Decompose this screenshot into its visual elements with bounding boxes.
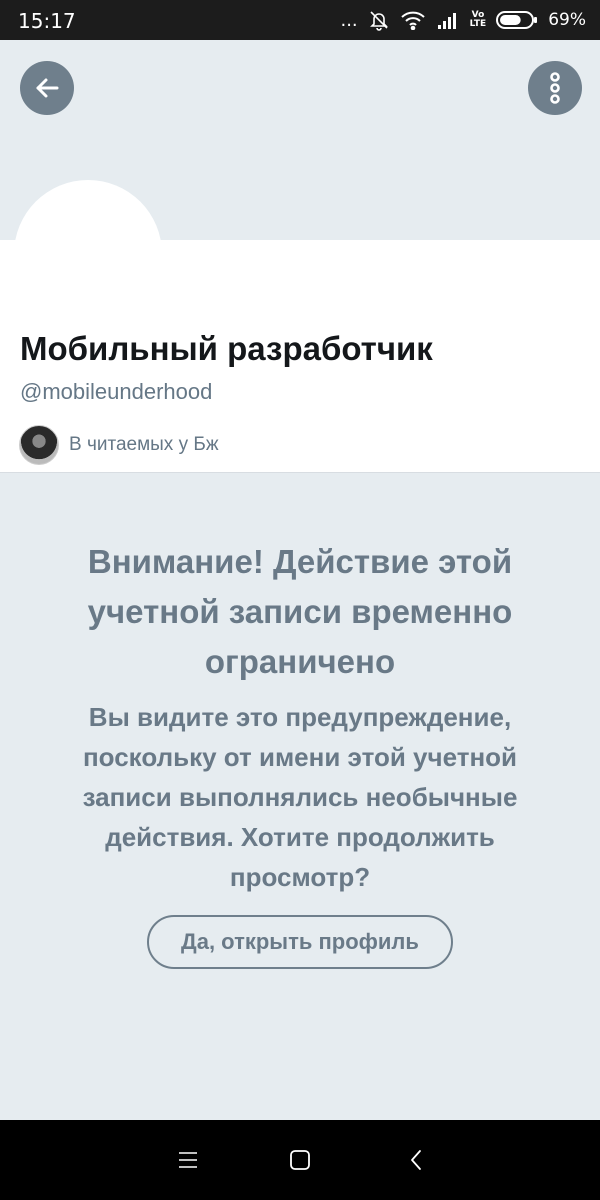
home-square-icon[interactable] [288,1148,312,1172]
warning-title: Внимание! Действие этой учетной записи в… [87,543,513,680]
warning-body: Вы видите это предупреждение, поскольку … [82,702,518,892]
arrow-left-icon [36,78,59,98]
open-profile-button[interactable]: Да, открыть профиль [147,915,453,969]
followed-by-row[interactable]: В читаемых у Бж [19,425,219,465]
muted-bell-icon [368,9,390,31]
avatar[interactable] [14,180,162,328]
signal-icon [436,10,460,30]
more-options-button[interactable] [528,61,582,115]
user-handle: @mobileunderhood [20,379,213,404]
followed-by-text: В читаемых у Бж [69,434,219,455]
status-icons: ... Vo LTE 69% [340,8,586,32]
menu-icon[interactable] [176,1148,200,1172]
wifi-icon [400,10,426,30]
volte-icon: Vo LTE [470,11,487,29]
more-vertical-icon [550,72,560,104]
battery-percent: 69% [548,10,586,30]
back-chevron-icon[interactable] [405,1148,429,1172]
lte-label: LTE [469,19,487,29]
more-dots: ... [340,9,358,31]
status-bar: 15:17 ... Vo LTE 69% [0,0,600,40]
status-time: 15:17 [18,9,76,33]
back-button[interactable] [20,61,74,115]
follower-avatar [19,425,59,465]
display-name: Мобильный разработчик [20,330,433,367]
navigation-bar [0,1120,600,1200]
battery-icon [496,10,538,30]
